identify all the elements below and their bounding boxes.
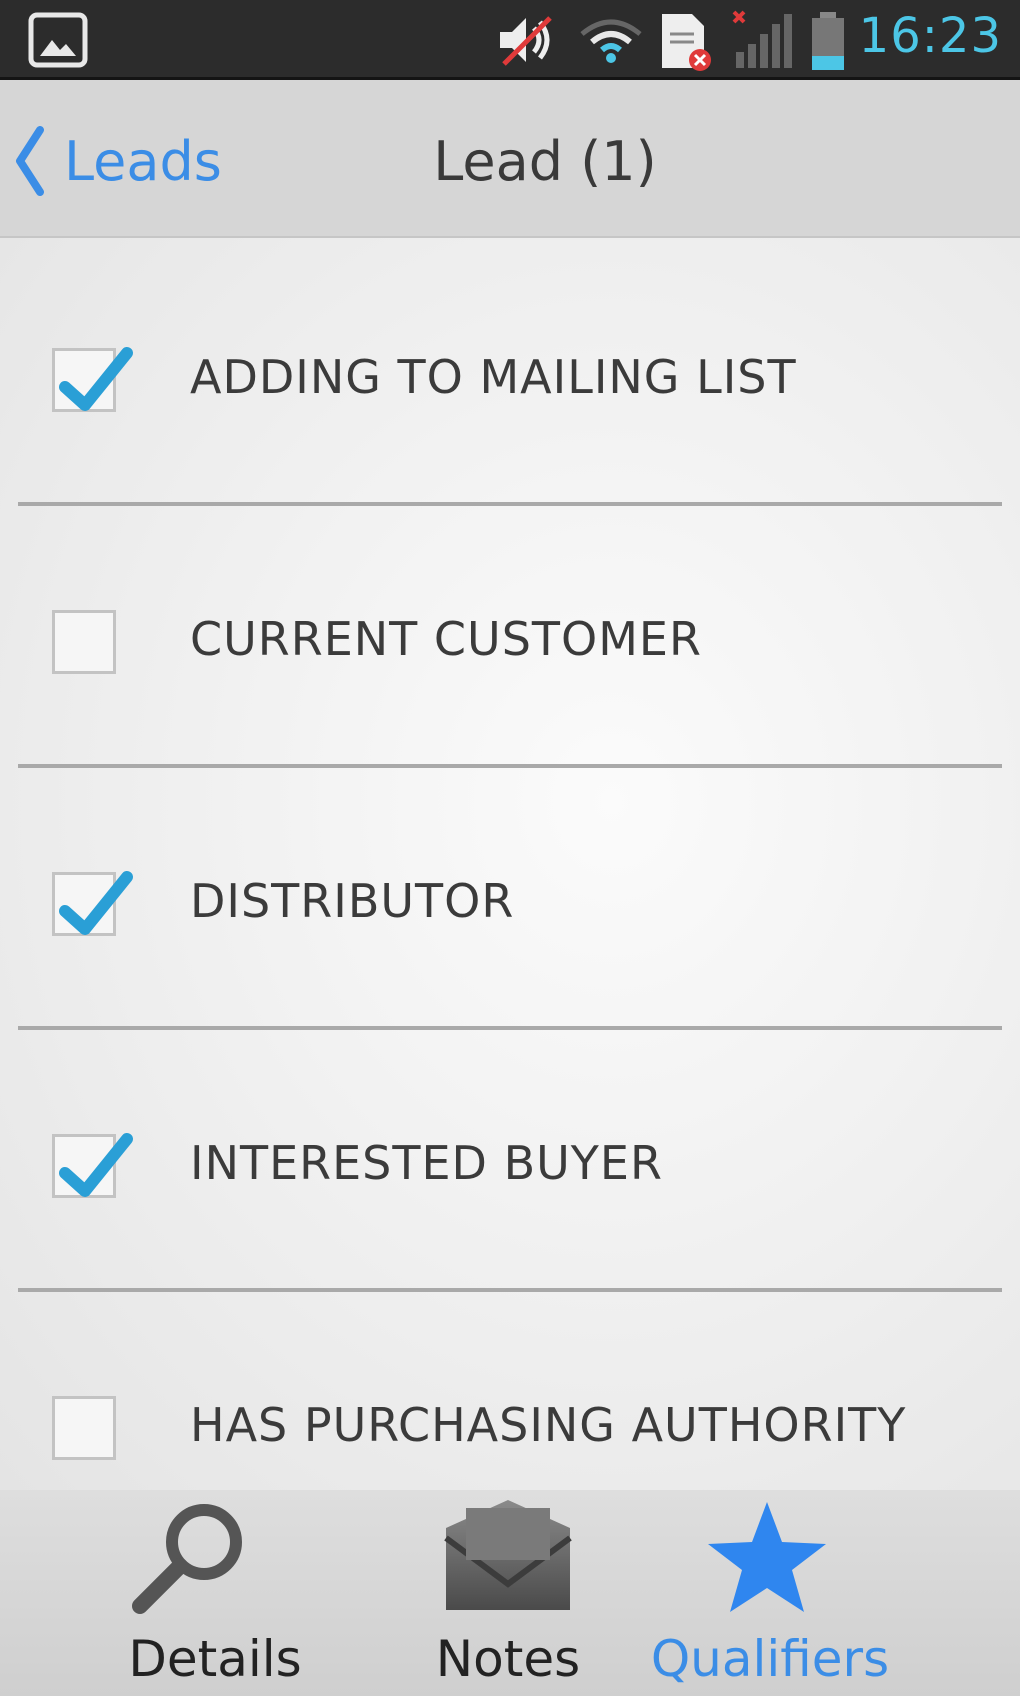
page-title: Lead (1) [433, 129, 657, 193]
volume-muted-icon [500, 16, 552, 66]
qualifier-label: ADDING TO MAILING LIST [190, 350, 797, 404]
list-item[interactable]: CURRENT CUSTOMER [0, 500, 1020, 760]
signal-no-service-icon [732, 10, 792, 68]
sd-card-error-icon [662, 14, 711, 71]
qualifier-list: ADDING TO MAILING LIST CURRENT CUSTOMER … [0, 238, 1020, 1490]
tab-label: Notes [435, 1630, 581, 1688]
check-mark-icon [59, 871, 133, 935]
list-item[interactable]: HAS PURCHASING AUTHORITY [0, 1286, 1020, 1490]
tab-bar: Details Notes Qualifiers [0, 1490, 1020, 1696]
checkbox-has-purchasing-authority[interactable] [52, 1396, 116, 1460]
status-bar: 16:23 [0, 0, 1020, 80]
checkbox-distributor[interactable] [52, 871, 133, 936]
envelope-icon [444, 1500, 572, 1610]
tab-details[interactable]: Details [100, 1490, 330, 1696]
tab-label: Qualifiers [650, 1630, 890, 1688]
qualifier-label: DISTRIBUTOR [190, 874, 515, 928]
magnifier-icon [132, 1504, 242, 1614]
qualifier-label: CURRENT CUSTOMER [190, 612, 702, 666]
gallery-icon [28, 12, 88, 68]
tab-notes[interactable]: Notes [400, 1490, 616, 1696]
wifi-icon [580, 19, 642, 63]
battery-icon [812, 12, 844, 70]
list-item[interactable]: DISTRIBUTOR [0, 762, 1020, 1022]
checkbox-current-customer[interactable] [52, 610, 116, 674]
qualifier-label: INTERESTED BUYER [190, 1136, 663, 1190]
tab-qualifiers[interactable]: Qualifiers [640, 1490, 900, 1696]
list-item[interactable]: INTERESTED BUYER [0, 1024, 1020, 1284]
tab-label: Details [128, 1630, 302, 1688]
action-bar: Leads Lead (1) [0, 80, 1020, 238]
qualifier-label: HAS PURCHASING AUTHORITY [190, 1398, 907, 1452]
checkbox-adding-to-mailing-list[interactable] [52, 347, 133, 412]
check-mark-icon [59, 1133, 133, 1197]
clock: 16:23 [858, 8, 1002, 64]
checkbox-interested-buyer[interactable] [52, 1133, 133, 1198]
star-icon [708, 1502, 826, 1612]
list-item[interactable]: ADDING TO MAILING LIST [0, 238, 1020, 498]
check-mark-icon [59, 347, 133, 411]
